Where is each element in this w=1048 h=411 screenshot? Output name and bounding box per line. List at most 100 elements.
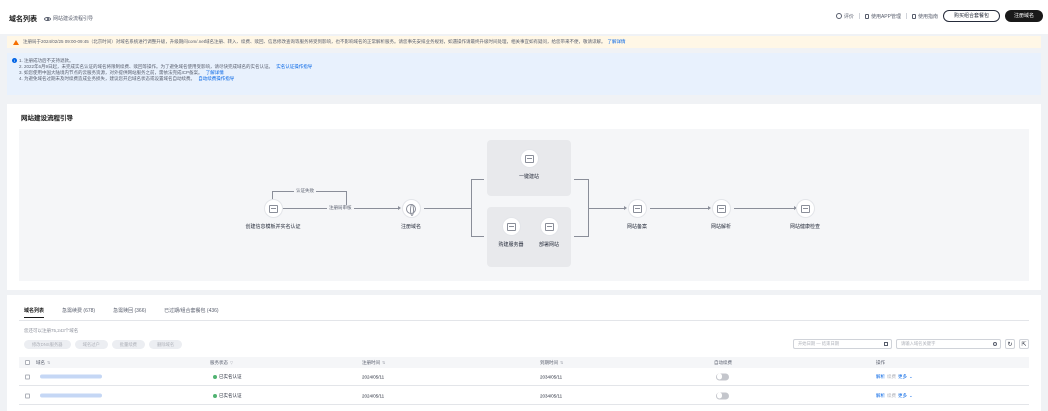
row-checkbox[interactable] <box>25 374 30 379</box>
ops-cell: 解析 续费 更多 ⌄ <box>876 393 913 399</box>
renew-link[interactable]: 续费 <box>887 374 896 380</box>
node-label: 创建信息模板并实名认证 <box>245 224 301 230</box>
node-deploy-site[interactable]: 部署网站 <box>529 217 569 248</box>
node-label: 网站解析 <box>710 224 731 230</box>
tabs-divider <box>19 320 1029 321</box>
status-cell: 已实名认证 <box>213 374 242 380</box>
register-domain-button[interactable]: 注册域名 <box>1004 10 1043 22</box>
feedback-link[interactable]: 评价 <box>835 13 854 20</box>
status-label: 已实名认证 <box>219 392 242 398</box>
connector <box>471 179 484 180</box>
connector <box>574 179 588 180</box>
app-manage-link[interactable]: 使用APP管理 <box>864 13 901 20</box>
info-text: 3. 如您使用中国大陆境内节点的云服务资源，对外提供网站服务之前，需依法完成IC… <box>19 70 203 75</box>
register-date: 2024/05/11 <box>362 374 385 379</box>
header-domain: 域名 ⇅ <box>25 360 50 366</box>
connector <box>346 191 347 205</box>
node-icp-filing[interactable]: 网站备案 <box>611 199 663 230</box>
tab-urgent-renew[interactable]: 急需续费 (678) <box>62 307 95 318</box>
warning-icon <box>13 39 19 45</box>
app-manage-label: 使用APP管理 <box>870 13 901 20</box>
eye-icon <box>44 16 51 21</box>
column-label: 域名 <box>36 359 45 365</box>
delete-domain-button[interactable]: 删除域名 <box>148 340 183 349</box>
connector <box>471 179 472 237</box>
info-notice: i 1. 注册成功后不支持退款。 2. 2022年6月9日起，未完成实名认证的域… <box>7 53 1041 95</box>
divider <box>858 13 860 19</box>
domain-name-redacted[interactable] <box>40 393 102 398</box>
node-label: 网站备案 <box>626 224 647 230</box>
buy-combo-button[interactable]: 购买组合套餐包 <box>942 10 1000 22</box>
auto-renew-guide-link[interactable]: 自动续费操作指导 <box>198 76 234 81</box>
table-row: 已实名认证 2024/05/11 2034/05/11 解析 续费 更多 ⌄ <box>19 387 1029 405</box>
info-icon: i <box>12 58 17 63</box>
sort-icon[interactable]: ⇅ <box>560 360 563 365</box>
export-button[interactable]: ⇱ <box>1019 339 1029 349</box>
calendar-icon <box>884 342 888 346</box>
node-dns-resolve[interactable]: 网站解析 <box>695 199 747 230</box>
expire-date: 2034/05/11 <box>540 374 563 379</box>
column-label: 到期时间 <box>540 359 558 365</box>
node-label: 部署网站 <box>538 242 559 248</box>
node-health-check[interactable]: 网站健康检查 <box>775 199 835 230</box>
node-label: 购建服务器 <box>498 242 524 248</box>
expire-date: 2034/05/11 <box>540 393 563 398</box>
flow-guide-link[interactable]: 网站建设流程引导 <box>44 15 93 22</box>
health-check-icon <box>795 199 815 218</box>
node-buy-server[interactable]: 购建服务器 <box>491 217 531 248</box>
column-label: 注册时间 <box>362 359 380 365</box>
date-range-picker[interactable]: 开始日期 — 结束日期 <box>793 339 892 349</box>
node-oneclick-build[interactable]: 一键建站 <box>503 149 555 180</box>
chevron-down-icon[interactable]: ⌄ <box>909 374 913 380</box>
modify-dns-button[interactable]: 修改DNS服务器 <box>24 340 71 349</box>
auto-renew-toggle[interactable] <box>716 373 729 380</box>
header-auto-renew: 自动续费 <box>714 359 732 365</box>
template-icon <box>263 199 283 218</box>
flow-guide-card: 网站建设流程引导 认证失败 注册局审核 创建信息模板并实名认证 注册域名 一键建… <box>7 104 1041 290</box>
sort-icon[interactable]: ⇅ <box>47 360 50 365</box>
select-all-checkbox[interactable] <box>25 360 30 365</box>
search-placeholder: 请输入域名关键字 <box>901 341 936 346</box>
domain-name-redacted[interactable] <box>40 374 102 379</box>
table-filters: 开始日期 — 结束日期 请输入域名关键字 ↻ ⇱ <box>793 339 1029 349</box>
flow-diagram: 认证失败 注册局审核 创建信息模板并实名认证 注册域名 一键建站 购建服务器 部… <box>19 129 1029 281</box>
realname-guide-link[interactable]: 实名认证操作指导 <box>276 64 312 69</box>
table-row: 已实名认证 2024/05/11 2034/05/11 解析 续费 更多 ⌄ <box>19 368 1029 386</box>
node-register-domain[interactable]: 注册域名 <box>385 199 437 230</box>
flow-title: 网站建设流程引导 <box>21 115 73 122</box>
node-create-template[interactable]: 创建信息模板并实名认证 <box>223 199 323 230</box>
tab-domain-list[interactable]: 域名列表 <box>24 307 45 318</box>
sort-icon[interactable]: ⇅ <box>382 360 385 365</box>
more-link[interactable]: 更多 <box>898 374 907 380</box>
domain-search-input[interactable]: 请输入域名关键字 <box>896 339 1001 349</box>
warning-text: 注册局于2024/02/25 09:00-09:45（北京时间）对域名系统进行调… <box>23 39 606 44</box>
guide-link[interactable]: 使用指南 <box>911 13 938 20</box>
domain-cell <box>25 393 102 398</box>
auto-renew-toggle[interactable] <box>716 392 729 399</box>
status-cell: 已实名认证 <box>213 393 242 399</box>
page-header: 域名列表 网站建设流程引导 评价 使用APP管理 使用指南 购买组合套餐包 注册… <box>0 0 1048 34</box>
batch-actions: 修改DNS服务器 域名过户 批量续费 删除域名 <box>24 340 183 349</box>
more-link[interactable]: 更多 <box>898 393 907 399</box>
refresh-button[interactable]: ↻ <box>1005 339 1015 349</box>
renew-link[interactable]: 续费 <box>887 393 896 399</box>
warning-banner: 注册局于2024/02/25 09:00-09:45（北京时间）对域名系统进行调… <box>7 36 1041 48</box>
header-expire: 到期时间 ⇅ <box>540 360 563 366</box>
resolve-link[interactable]: 解析 <box>876 393 885 399</box>
tab-expired[interactable]: 已过期/组合套餐包 (436) <box>164 307 218 318</box>
warning-details-link[interactable]: 了解详情 <box>608 39 626 45</box>
tab-urgent-redeem[interactable]: 急需赎回 (366) <box>113 307 146 318</box>
node-label: 网站健康检查 <box>789 224 820 230</box>
filter-icon[interactable]: ▽ <box>230 360 233 365</box>
register-quota: 您还可以注册75,243个域名 <box>24 328 79 333</box>
node-label: 一键建站 <box>518 174 539 180</box>
batch-renew-button[interactable]: 批量续费 <box>111 340 145 349</box>
website-icon <box>519 149 539 168</box>
transfer-owner-button[interactable]: 域名过户 <box>74 340 108 349</box>
chevron-down-icon[interactable]: ⌄ <box>909 393 913 399</box>
server-icon <box>501 217 521 236</box>
resolve-link[interactable]: 解析 <box>876 374 885 380</box>
row-checkbox[interactable] <box>25 393 30 398</box>
icp-details-link[interactable]: 了解详情 <box>206 70 224 75</box>
header-actions: 评价 使用APP管理 使用指南 购买组合套餐包 注册域名 <box>835 10 1043 22</box>
